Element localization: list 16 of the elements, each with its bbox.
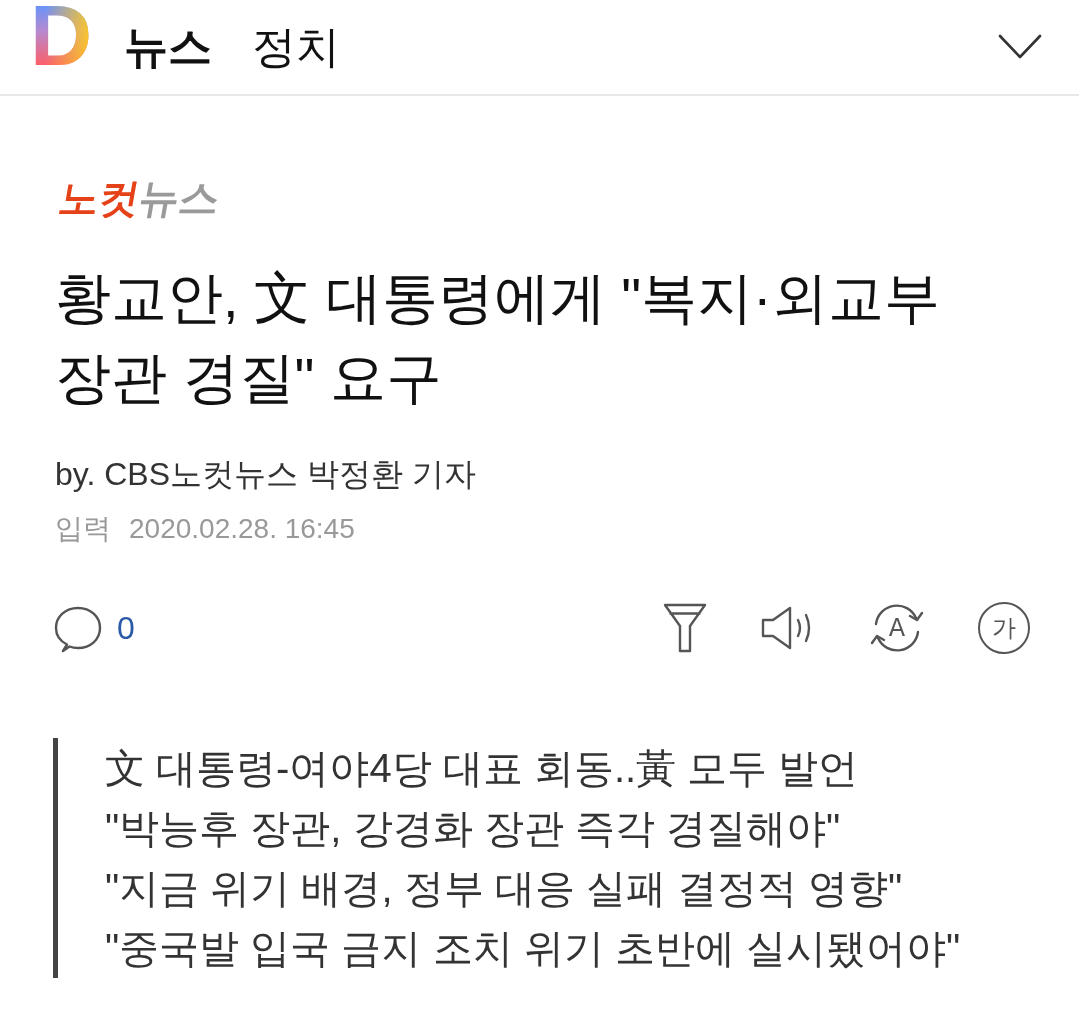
translate-button[interactable]: A [868, 602, 926, 654]
chevron-down-icon[interactable] [998, 34, 1042, 60]
summary-line: "지금 위기 배경, 정부 대응 실패 결정적 영향" [105, 865, 904, 912]
font-size-button[interactable]: 가 [978, 602, 1030, 654]
summary-line: 文 대통령-여야4당 대표 회동..黃 모두 발언 [105, 745, 860, 792]
date-label: 입력 [55, 512, 111, 546]
date-text: 2020.02.28. 16:45 [129, 512, 355, 546]
comment-link[interactable]: 0 [55, 603, 135, 653]
section-title[interactable]: 뉴스 [124, 20, 213, 74]
headline: 황교안, 文 대통령에게 "복지·외교부 장관 경질" 요구 [55, 265, 941, 411]
funnel-icon[interactable] [662, 602, 708, 654]
press-logo[interactable]: 노컷뉴스 [55, 164, 226, 222]
byline: by. CBS노컷뉴스 박정환 기자 [55, 455, 477, 494]
category-title: 정치 [252, 20, 341, 73]
summary-line: "중국발 입국 금지 조치 위기 초반에 실시됐어야" [105, 925, 962, 972]
summary-line: "박능후 장관, 강경화 장관 즉각 경질해야" [105, 805, 842, 852]
